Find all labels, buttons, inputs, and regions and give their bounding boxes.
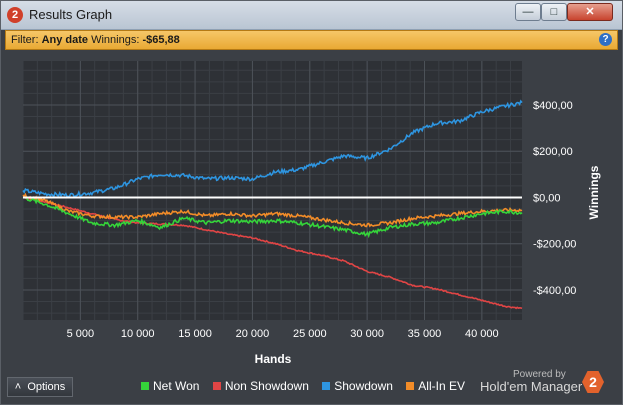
y-tick-label: $400,00 xyxy=(533,100,573,112)
legend-item-showdown[interactable]: Showdown xyxy=(322,379,393,393)
x-tick-label: 5 000 xyxy=(67,328,95,340)
legend-item-non-showdown[interactable]: Non Showdown xyxy=(212,379,309,393)
y-tick-label: -$400,00 xyxy=(533,285,576,297)
chart-legend: Net Won Non Showdown Showdown All-In EV xyxy=(141,379,475,393)
results-chart: $400,00 $200,00 $0,00 -$200,00 -$400,00 5 000… xyxy=(22,61,601,366)
filter-winnings-value: -$65,88 xyxy=(142,34,180,46)
x-tick-label: 15 000 xyxy=(178,328,212,340)
legend-label: Showdown xyxy=(334,379,393,393)
minimize-button[interactable]: — xyxy=(515,3,541,21)
filter-prefix: Filter: xyxy=(11,34,42,46)
x-tick-label: 25 000 xyxy=(293,328,327,340)
title-bar[interactable]: 2 Results Graph — □ ✕ xyxy=(1,1,622,30)
x-tick-label: 40 000 xyxy=(465,328,499,340)
legend-swatch-non-showdown xyxy=(212,382,221,390)
chevron-up-icon: ˄ xyxy=(14,381,22,393)
brand-name: Hold'em Manager xyxy=(480,379,583,394)
filter-winnings-label: Winnings: xyxy=(88,34,143,46)
maximize-button[interactable]: □ xyxy=(541,3,567,21)
x-tick-label: 10 000 xyxy=(121,328,155,340)
filter-date: Any date xyxy=(41,34,89,46)
legend-swatch-showdown xyxy=(322,382,331,390)
filter-bar: Filter: Any date Winnings: -$65,88 ? xyxy=(5,30,618,50)
legend-item-net-won[interactable]: Net Won xyxy=(141,379,199,393)
window-title: Results Graph xyxy=(29,7,113,22)
results-graph-window: 2 Results Graph — □ ✕ Filter: Any date W… xyxy=(0,0,623,405)
legend-label: Non Showdown xyxy=(224,379,309,393)
y-tick-label: $0,00 xyxy=(533,192,561,204)
legend-label: All-In EV xyxy=(418,379,465,393)
brand-logo-icon: 2 xyxy=(582,371,604,393)
options-button[interactable]: ˄ Options xyxy=(7,377,73,397)
legend-swatch-all-in-ev xyxy=(406,382,415,390)
x-axis-label: Hands xyxy=(255,352,292,366)
options-label: Options xyxy=(27,381,66,393)
legend-item-all-in-ev[interactable]: All-In EV xyxy=(406,379,465,393)
x-tick-label: 30 000 xyxy=(350,328,384,340)
y-tick-label: -$200,00 xyxy=(533,239,576,251)
app-logo-icon: 2 xyxy=(7,7,23,23)
legend-label: Net Won xyxy=(153,379,200,393)
y-axis-label: Winnings xyxy=(587,165,601,219)
legend-swatch-net-won xyxy=(141,382,149,390)
x-tick-label: 35 000 xyxy=(408,328,442,340)
help-icon[interactable]: ? xyxy=(599,33,612,46)
y-tick-label: $200,00 xyxy=(533,146,573,158)
x-tick-label: 20 000 xyxy=(236,328,270,340)
close-button[interactable]: ✕ xyxy=(567,3,613,21)
